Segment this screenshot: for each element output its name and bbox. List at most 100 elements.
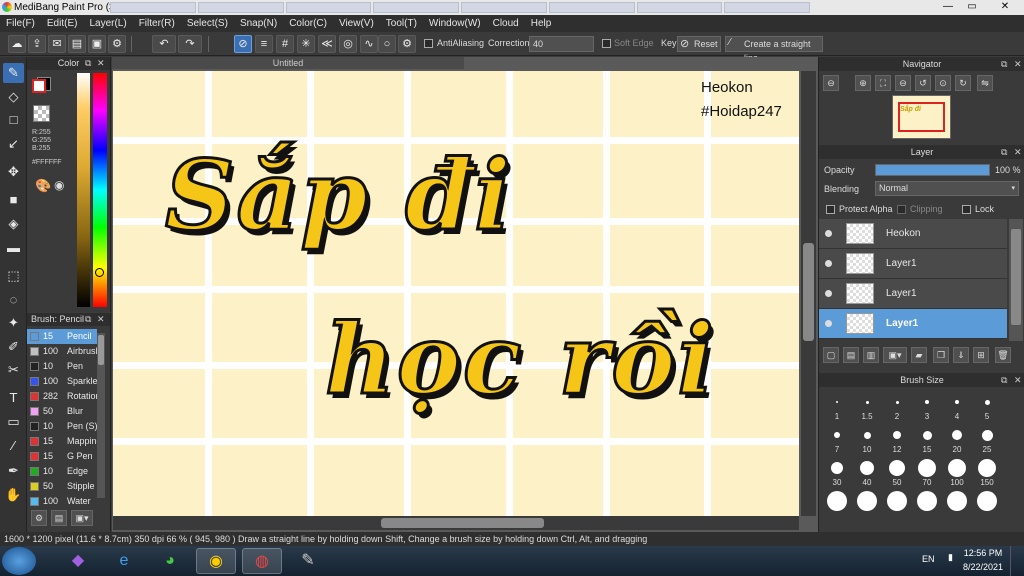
brush-tool-icon[interactable]: ✎ — [3, 63, 24, 83]
hue-slider-handle[interactable] — [95, 268, 104, 277]
move-tool-icon[interactable]: ✥ — [3, 162, 24, 182]
brush-item[interactable]: 282 Rotation — [27, 389, 97, 404]
select-pen-tool-icon[interactable]: ✐ — [3, 337, 24, 357]
menu-layer[interactable]: Layer(L) — [83, 18, 132, 29]
menu-snap[interactable]: Snap(N) — [234, 18, 283, 29]
brush-item[interactable]: 50 Blur — [27, 404, 97, 419]
panel-close-icon[interactable]: ✕ — [1014, 57, 1022, 71]
brush-size-option[interactable] — [973, 490, 1001, 520]
brush-size-option[interactable]: 20 — [943, 424, 971, 454]
paint-icon[interactable]: ✎ — [288, 548, 328, 574]
blending-select[interactable]: Normal ▾ — [875, 181, 1019, 196]
rotate-right-icon[interactable]: ↻ — [955, 75, 971, 91]
panel-float-icon[interactable]: ⧉ — [1001, 57, 1007, 71]
brush-item[interactable]: 100 Water — [27, 494, 97, 509]
panel-float-icon[interactable]: ⧉ — [1001, 373, 1007, 387]
layer-row[interactable]: Layer1⚙ — [819, 309, 1021, 339]
brush-size-option[interactable]: 5 — [973, 391, 1001, 421]
brush-list-scrollbar[interactable] — [97, 333, 105, 498]
brush-size-option[interactable]: 3 — [913, 391, 941, 421]
eraser-tool-icon[interactable]: ◇ — [3, 87, 24, 107]
bucket-tool-icon[interactable]: ◈ — [3, 214, 24, 234]
redo-icon[interactable]: ↷ — [178, 35, 202, 53]
rotate-left-icon[interactable]: ↺ — [915, 75, 931, 91]
fit-window-icon[interactable]: ⛶ — [875, 75, 891, 91]
folder-icon[interactable]: ▰ — [911, 347, 927, 363]
lock-checkbox[interactable] — [962, 205, 971, 214]
canvas-vertical-scrollbar[interactable] — [801, 71, 816, 516]
cloud-icon[interactable]: ☁ — [8, 35, 26, 53]
menu-edit[interactable]: Edit(E) — [41, 18, 84, 29]
brush-size-option[interactable] — [943, 490, 971, 520]
opacity-slider[interactable] — [875, 164, 990, 176]
maximize-button[interactable]: ▭ — [962, 0, 982, 14]
clipping-checkbox[interactable] — [897, 205, 906, 214]
menu-filter[interactable]: Filter(R) — [133, 18, 181, 29]
select-rect-tool-icon[interactable]: ⬚ — [3, 266, 24, 286]
new-8bit-layer-icon[interactable]: ▥ — [863, 347, 879, 363]
brush-size-option[interactable] — [853, 490, 881, 520]
panel-close-icon[interactable]: ✕ — [97, 313, 105, 326]
select-eraser-tool-icon[interactable]: ✂ — [3, 360, 24, 380]
coccoc-icon[interactable]: ◕ — [150, 548, 190, 574]
flip-icon[interactable]: ⇋ — [977, 75, 993, 91]
brush-size-option[interactable]: 70 — [913, 457, 941, 487]
drawing-canvas[interactable]: Heokon #Hoidap247 Sắp đi học rồi — [113, 71, 799, 516]
brush-item[interactable]: 15 G Pen — [27, 449, 97, 464]
brush-size-option[interactable] — [913, 490, 941, 520]
eyedropper-alt-tool-icon[interactable]: ✒ — [3, 461, 24, 481]
hand-tool-icon[interactable]: ✋ — [3, 485, 24, 505]
brush-size-option[interactable]: 1.5 — [853, 391, 881, 421]
snap-settings-icon[interactable]: ⚙ — [398, 35, 416, 53]
visibility-eye-icon[interactable] — [825, 290, 832, 297]
settings-file-icon[interactable]: ⚙ — [108, 35, 126, 53]
new-layer-icon[interactable]: ▢ — [823, 347, 839, 363]
delete-layer-icon[interactable]: 🗑 — [995, 347, 1011, 363]
document-tab[interactable]: Untitled — [112, 57, 464, 69]
menu-help[interactable]: Help — [525, 18, 558, 29]
protect-alpha-checkbox[interactable] — [826, 205, 835, 214]
internet-explorer-icon[interactable]: e — [104, 548, 144, 574]
visibility-eye-icon[interactable] — [825, 230, 832, 237]
panel-close-icon[interactable]: ✕ — [1014, 145, 1022, 159]
layer-row[interactable]: Layer1 — [819, 249, 1007, 279]
snap-radial-icon[interactable]: ✳ — [297, 35, 315, 53]
transparent-color-swatch[interactable] — [33, 105, 50, 122]
brush-menu-icon[interactable]: ▣▾ — [71, 510, 93, 526]
brush-size-option[interactable]: 100 — [943, 457, 971, 487]
new-file-icon[interactable]: ▤ — [68, 35, 86, 53]
brush-add-icon[interactable]: ⚙ — [31, 510, 47, 526]
visual-studio-icon[interactable]: ◆ — [58, 548, 98, 574]
snap-parallel-icon[interactable]: ≡ — [255, 35, 273, 53]
brush-size-option[interactable]: 1 — [823, 391, 851, 421]
new-halftone-layer-icon[interactable]: ▤ — [843, 347, 859, 363]
panel-float-icon[interactable]: ⧉ — [85, 57, 91, 70]
medibang-icon[interactable]: ◍ — [242, 548, 282, 574]
snap-off-icon[interactable]: ⊘ — [234, 35, 252, 53]
menu-window[interactable]: Window(W) — [423, 18, 487, 29]
zoom-out-icon[interactable]: ⊖ — [823, 75, 839, 91]
brush-size-option[interactable]: 40 — [853, 457, 881, 487]
snap-ellipse-icon[interactable]: ○ — [378, 35, 396, 53]
layer-property-icon[interactable]: ⊞ — [973, 347, 989, 363]
gradient-tool-icon[interactable]: ▬ — [3, 238, 24, 258]
clock-date[interactable]: 8/22/2021 — [962, 562, 1004, 572]
divide-tool-icon[interactable]: ▭ — [3, 412, 24, 432]
close-button[interactable]: ✕ — [990, 0, 1020, 14]
brush-item[interactable]: 10 Pen (S) — [27, 419, 97, 434]
panel-float-icon[interactable]: ⧉ — [85, 313, 91, 326]
brush-size-option[interactable]: 7 — [823, 424, 851, 454]
language-indicator[interactable]: EN — [922, 554, 935, 564]
brush-size-option[interactable]: 12 — [883, 424, 911, 454]
brush-size-option[interactable]: 15 — [913, 424, 941, 454]
brush-size-option[interactable]: 150 — [973, 457, 1001, 487]
shape-tool-icon[interactable]: ↙ — [3, 134, 24, 154]
fill-rect-tool-icon[interactable]: ■ — [3, 190, 24, 210]
magic-wand-tool-icon[interactable]: ✦ — [3, 313, 24, 333]
minimize-button[interactable]: — — [938, 0, 958, 14]
panel-close-icon[interactable]: ✕ — [1014, 373, 1022, 387]
snap-circle-icon[interactable]: ◎ — [339, 35, 357, 53]
navigator-preview[interactable]: Sắp đi — [892, 95, 951, 139]
upload-icon[interactable]: ⇪ — [28, 35, 46, 53]
brush-size-option[interactable] — [883, 490, 911, 520]
